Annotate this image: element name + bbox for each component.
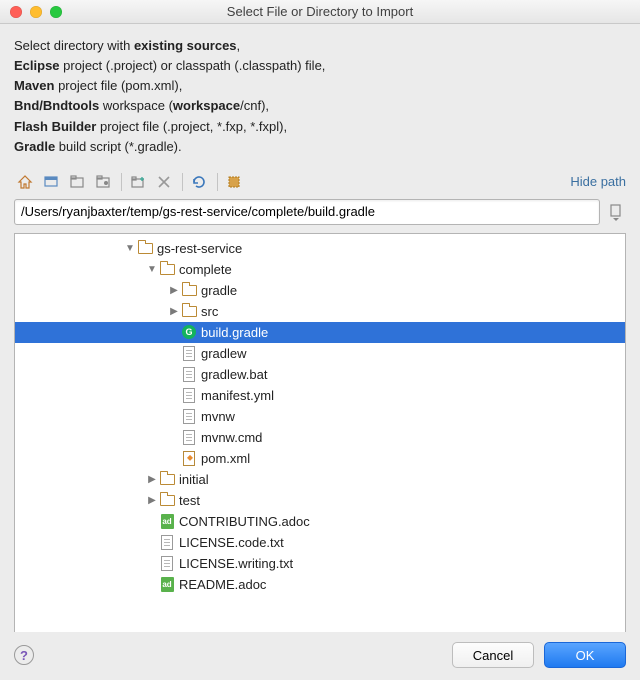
instr-text: Select directory with — [14, 38, 134, 53]
xml-file-icon — [181, 450, 197, 466]
instr-text: /cnf), — [240, 98, 269, 113]
instr-bold: Bnd/Bndtools — [14, 98, 99, 113]
tree-item-label: gradlew.bat — [201, 367, 268, 382]
history-icon[interactable] — [606, 200, 626, 224]
tree-row[interactable]: ▼ complete — [15, 259, 625, 280]
gradle-file-icon: G — [181, 324, 197, 340]
home-icon[interactable] — [14, 171, 36, 193]
tree-item-label: build.gradle — [201, 325, 268, 340]
file-icon — [181, 345, 197, 361]
cancel-button[interactable]: Cancel — [452, 642, 534, 668]
tree-row[interactable]: ▶ src — [15, 301, 625, 322]
tree-row[interactable]: ▼ gs-rest-service — [15, 238, 625, 259]
file-icon — [181, 408, 197, 424]
folder-icon — [181, 303, 197, 319]
chevron-down-icon[interactable]: ▼ — [147, 264, 157, 275]
file-icon — [181, 387, 197, 403]
instr-text: project (.project) or classpath (.classp… — [60, 58, 326, 73]
tree-row[interactable]: ▶adCONTRIBUTING.adoc — [15, 511, 625, 532]
instr-bold: Flash Builder — [14, 119, 96, 134]
tree-item-label: src — [201, 304, 218, 319]
tree-item-label: complete — [179, 262, 232, 277]
tree-item-label: LICENSE.writing.txt — [179, 556, 293, 571]
file-tree[interactable]: ▼gs-rest-service▼complete▶gradle▶src▶Gbu… — [14, 233, 626, 651]
help-button[interactable]: ? — [14, 645, 34, 665]
refresh-icon[interactable] — [188, 171, 210, 193]
hide-path-link[interactable]: Hide path — [570, 174, 626, 189]
chevron-right-icon[interactable]: ▶ — [169, 285, 179, 296]
tree-item-label: mvnw.cmd — [201, 430, 262, 445]
tree-item-label: test — [179, 493, 200, 508]
toolbar: Hide path — [14, 171, 626, 193]
window-title: Select File or Directory to Import — [0, 4, 640, 19]
tree-row[interactable]: ▶ gradle — [15, 280, 625, 301]
tree-row[interactable]: ▶ initial — [15, 469, 625, 490]
tree-row[interactable]: ▶manifest.yml — [15, 385, 625, 406]
chevron-right-icon[interactable]: ▶ — [147, 474, 157, 485]
tree-item-label: manifest.yml — [201, 388, 274, 403]
file-icon — [159, 534, 175, 550]
tree-row[interactable]: ▶LICENSE.writing.txt — [15, 553, 625, 574]
instr-bold: workspace — [173, 98, 240, 113]
titlebar: Select File or Directory to Import — [0, 0, 640, 24]
delete-icon[interactable] — [153, 171, 175, 193]
adoc-file-icon: ad — [159, 576, 175, 592]
tree-item-label: gradle — [201, 283, 237, 298]
instr-bold: Gradle — [14, 139, 55, 154]
tree-row[interactable]: ▶ test — [15, 490, 625, 511]
tree-item-label: pom.xml — [201, 451, 250, 466]
tree-row[interactable]: ▶mvnw — [15, 406, 625, 427]
project-icon[interactable] — [66, 171, 88, 193]
file-icon — [181, 429, 197, 445]
tree-row[interactable]: ▶adREADME.adoc — [15, 574, 625, 595]
tree-item-label: CONTRIBUTING.adoc — [179, 514, 310, 529]
path-input[interactable] — [14, 199, 600, 225]
instr-text: workspace ( — [99, 98, 173, 113]
instr-bold: existing sources — [134, 38, 237, 53]
file-icon — [181, 366, 197, 382]
tree-row[interactable]: ▶mvnw.cmd — [15, 427, 625, 448]
desktop-icon[interactable] — [40, 171, 62, 193]
tree-row[interactable]: ▶gradlew — [15, 343, 625, 364]
adoc-file-icon: ad — [159, 513, 175, 529]
chevron-down-icon[interactable]: ▼ — [125, 243, 135, 254]
zoom-window-icon[interactable] — [50, 6, 62, 18]
minimize-window-icon[interactable] — [30, 6, 42, 18]
tree-row[interactable]: ▶pom.xml — [15, 448, 625, 469]
tree-item-label: gradlew — [201, 346, 247, 361]
new-folder-icon[interactable] — [127, 171, 149, 193]
tree-item-label: gs-rest-service — [157, 241, 242, 256]
file-icon — [159, 555, 175, 571]
folder-icon — [159, 471, 175, 487]
tree-item-label: LICENSE.code.txt — [179, 535, 284, 550]
folder-icon — [137, 240, 153, 256]
instr-bold: Eclipse — [14, 58, 60, 73]
folder-icon — [159, 261, 175, 277]
show-hidden-icon[interactable] — [223, 171, 245, 193]
chevron-right-icon[interactable]: ▶ — [147, 495, 157, 506]
module-icon[interactable] — [92, 171, 114, 193]
instructions: Select directory with existing sources, … — [14, 36, 626, 157]
tree-row[interactable]: ▶LICENSE.code.txt — [15, 532, 625, 553]
ok-button[interactable]: OK — [544, 642, 626, 668]
tree-row[interactable]: ▶gradlew.bat — [15, 364, 625, 385]
instr-text: project file (.project, *.fxp, *.fxpl), — [96, 119, 287, 134]
tree-item-label: README.adoc — [179, 577, 266, 592]
close-window-icon[interactable] — [10, 6, 22, 18]
instr-bold: Maven — [14, 78, 54, 93]
tree-item-label: initial — [179, 472, 209, 487]
chevron-right-icon[interactable]: ▶ — [169, 306, 179, 317]
instr-text: , — [237, 38, 241, 53]
instr-text: build script (*.gradle). — [55, 139, 181, 154]
tree-row[interactable]: ▶Gbuild.gradle — [15, 322, 625, 343]
instr-text: project file (pom.xml), — [54, 78, 182, 93]
folder-icon — [159, 492, 175, 508]
folder-icon — [181, 282, 197, 298]
tree-item-label: mvnw — [201, 409, 235, 424]
